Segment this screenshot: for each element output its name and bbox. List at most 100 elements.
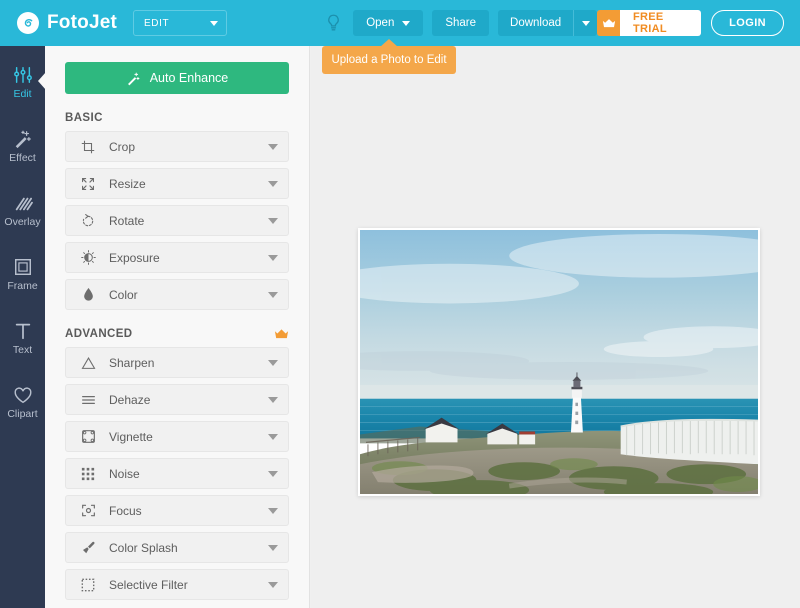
vignette-icon — [78, 429, 98, 444]
text-t-icon — [13, 319, 33, 341]
chevron-down-icon — [268, 218, 278, 224]
lighthouse-photo[interactable] — [360, 230, 758, 494]
photo-frame[interactable] — [358, 228, 760, 496]
chevron-down-icon — [268, 471, 278, 477]
login-button[interactable]: LOGIN — [711, 10, 784, 36]
auto-enhance-button[interactable]: Auto Enhance — [65, 62, 289, 94]
tool-label: Crop — [109, 140, 268, 154]
tool-row-resize[interactable]: Resize — [65, 168, 289, 199]
upload-tooltip-label: Upload a Photo to Edit — [331, 54, 446, 66]
tool-row-rotate[interactable]: Rotate — [65, 205, 289, 236]
grid-dots-icon — [78, 467, 98, 481]
tool-label: Focus — [109, 504, 268, 518]
tool-row-sharpen[interactable]: Sharpen — [65, 347, 289, 378]
chevron-down-icon — [268, 181, 278, 187]
lines-icon — [78, 394, 98, 406]
free-trial-button[interactable]: FREE TRIAL — [597, 10, 701, 36]
section-title: ADVANCED — [65, 328, 133, 340]
chevron-down-icon — [268, 360, 278, 366]
mode-select[interactable]: EDIT — [133, 10, 227, 36]
share-button-label: Share — [445, 17, 476, 29]
lightbulb-icon[interactable] — [322, 10, 344, 36]
tool-row-noise[interactable]: Noise — [65, 458, 289, 489]
resize-icon — [78, 177, 98, 191]
tool-label: Color Splash — [109, 541, 268, 555]
chevron-down-icon — [268, 508, 278, 514]
share-button[interactable]: Share — [432, 10, 489, 36]
magic-wand-icon — [126, 71, 141, 86]
download-button-label: Download — [510, 17, 561, 29]
droplet-icon — [78, 287, 98, 302]
edit-panel: Auto Enhance BASIC Crop Res — [45, 46, 310, 608]
sidebar-item-label: Clipart — [7, 409, 37, 420]
focus-icon — [78, 503, 98, 518]
chevron-down-icon — [402, 21, 410, 26]
magic-wand-icon — [13, 127, 33, 149]
spiral-logo-icon — [17, 12, 39, 34]
tool-row-vignette[interactable]: Vignette — [65, 421, 289, 452]
dashed-square-icon — [78, 578, 98, 592]
free-trial-label: FREE TRIAL — [620, 10, 701, 36]
triangle-icon — [78, 356, 98, 370]
sidebar-item-label: Effect — [9, 153, 36, 164]
section-title: BASIC — [65, 112, 103, 124]
tool-label: Sharpen — [109, 356, 268, 370]
chevron-down-icon — [582, 21, 590, 26]
upload-tooltip: Upload a Photo to Edit — [322, 46, 456, 74]
mode-select-label: EDIT — [144, 18, 169, 29]
sun-icon — [78, 250, 98, 265]
tool-row-crop[interactable]: Crop — [65, 131, 289, 162]
chevron-down-icon — [268, 397, 278, 403]
sidebar-item-frame[interactable]: Frame — [0, 244, 45, 302]
sliders-icon — [13, 63, 33, 85]
download-button-group: Download — [498, 10, 597, 36]
crop-icon — [78, 140, 98, 154]
open-button[interactable]: Open — [353, 10, 423, 36]
auto-enhance-label: Auto Enhance — [150, 71, 229, 85]
sidebar-item-label: Text — [13, 345, 32, 356]
tool-label: Noise — [109, 467, 268, 481]
tool-label: Vignette — [109, 430, 268, 444]
heart-icon — [13, 383, 33, 405]
hatch-icon — [13, 191, 33, 213]
tool-row-color-splash[interactable]: Color Splash — [65, 532, 289, 563]
sidebar-rail: Edit Effect Overlay — [0, 46, 45, 608]
frame-icon — [13, 255, 33, 277]
tool-row-exposure[interactable]: Exposure — [65, 242, 289, 273]
sidebar-item-effect[interactable]: Effect — [0, 116, 45, 174]
section-header-advanced: ADVANCED — [65, 328, 289, 340]
sidebar-item-label: Edit — [13, 89, 31, 100]
rotate-icon — [78, 214, 98, 228]
tool-row-selective-filter[interactable]: Selective Filter — [65, 569, 289, 600]
sidebar-item-label: Frame — [7, 281, 37, 292]
tooltip-arrow-icon — [380, 39, 398, 47]
chevron-down-icon — [268, 292, 278, 298]
chevron-down-icon — [210, 21, 218, 26]
download-button[interactable]: Download — [498, 10, 573, 36]
tool-label: Exposure — [109, 251, 268, 265]
tool-row-color[interactable]: Color — [65, 279, 289, 310]
sidebar-item-overlay[interactable]: Overlay — [0, 180, 45, 238]
tool-label: Selective Filter — [109, 578, 268, 592]
fotojet-app: FotoJet EDIT Open Share Download — [0, 0, 800, 608]
sidebar-item-label: Overlay — [4, 217, 40, 228]
section-header-basic: BASIC — [65, 112, 289, 124]
tool-row-dehaze[interactable]: Dehaze — [65, 384, 289, 415]
chevron-down-icon — [268, 582, 278, 588]
download-dropdown-button[interactable] — [573, 10, 597, 36]
sidebar-item-clipart[interactable]: Clipart — [0, 372, 45, 430]
open-button-label: Open — [366, 17, 394, 29]
chevron-down-icon — [268, 144, 278, 150]
chevron-down-icon — [268, 545, 278, 551]
tool-label: Resize — [109, 177, 268, 191]
tool-row-focus[interactable]: Focus — [65, 495, 289, 526]
chevron-down-icon — [268, 255, 278, 261]
brand-name: FotoJet — [47, 12, 117, 34]
brush-icon — [78, 540, 98, 555]
tool-label: Rotate — [109, 214, 268, 228]
editor-canvas[interactable] — [311, 46, 800, 608]
sidebar-item-text[interactable]: Text — [0, 308, 45, 366]
tool-label: Dehaze — [109, 393, 268, 407]
sidebar-item-edit[interactable]: Edit — [0, 52, 45, 110]
chevron-down-icon — [268, 434, 278, 440]
